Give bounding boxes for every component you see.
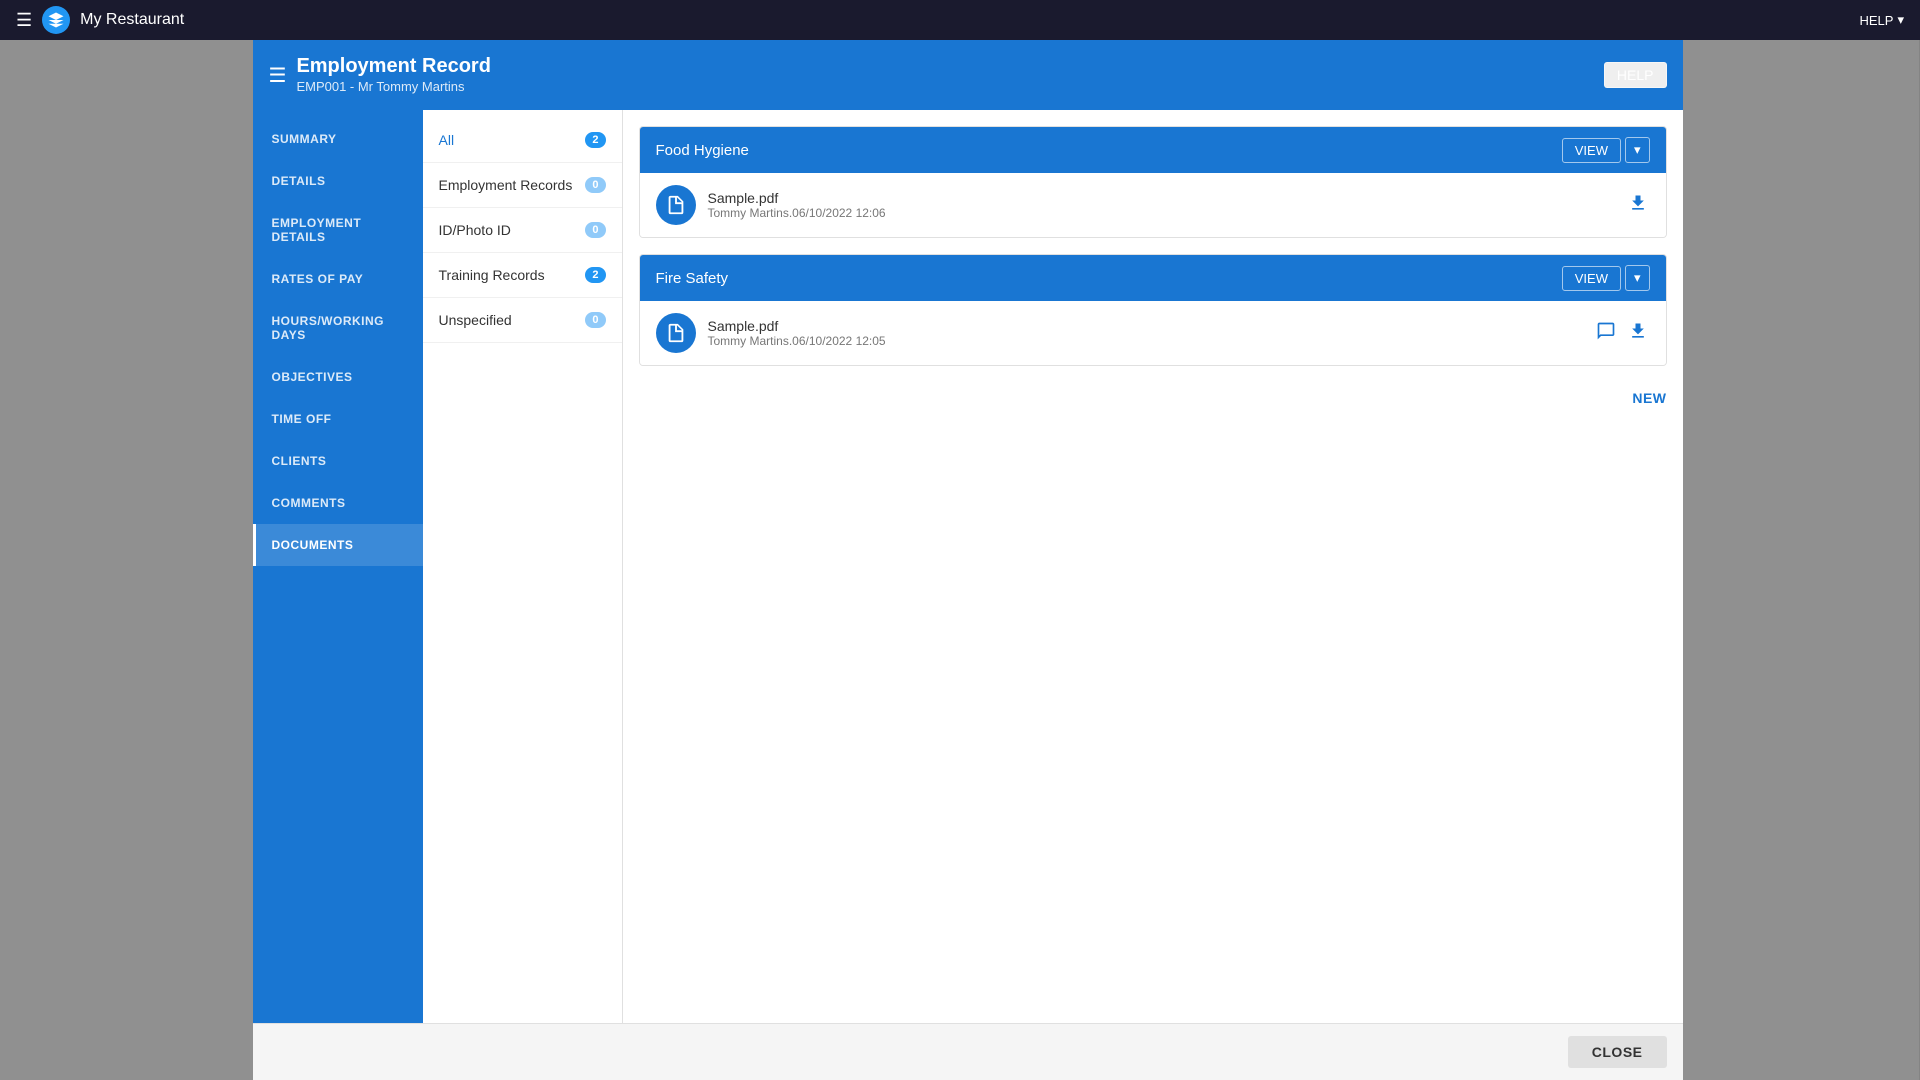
sub-nav-label-unspecified: Unspecified <box>439 312 512 328</box>
documents-area: Food HygieneVIEW▾Sample.pdfTommy Martins… <box>623 110 1683 1023</box>
sub-nav-label-training-records: Training Records <box>439 267 545 283</box>
sub-nav-item-id-photo-id[interactable]: ID/Photo ID 0 <box>423 208 622 253</box>
doc-category-fire-safety: Fire Safety VIEW▾ Sample.pdfTommy Martins.… <box>639 254 1667 366</box>
doc-actions-doc2 <box>1594 319 1650 348</box>
doc-category-actions-food-hygiene: VIEW▾ <box>1562 137 1650 163</box>
modal-help-button[interactable]: HELP <box>1604 62 1667 88</box>
sub-nav-item-training-records[interactable]: Training Records 2 <box>423 253 622 298</box>
doc-file-icon-doc1 <box>656 185 696 225</box>
download-button-doc1[interactable] <box>1626 191 1650 220</box>
doc-category-title-fire-safety: Fire Safety <box>656 270 729 287</box>
sub-nav-label-id-photo-id: ID/Photo ID <box>439 222 511 238</box>
new-btn-container: NEW <box>639 382 1667 416</box>
sub-nav-badge-all: 2 <box>585 132 605 148</box>
sidebar-item-comments[interactable]: COMMENTS <box>253 482 423 524</box>
modal-menu-icon[interactable]: ☰ <box>269 63 287 88</box>
close-button[interactable]: CLOSE <box>1568 1036 1667 1068</box>
modal-subtitle: EMP001 - Mr Tommy Martins <box>296 79 464 94</box>
hamburger-icon[interactable]: ☰ <box>16 10 32 31</box>
sidebar-item-objectives[interactable]: OBJECTIVES <box>253 356 423 398</box>
sidebar-item-employment-details[interactable]: EMPLOYMENT DETAILS <box>253 202 423 258</box>
sub-nav-item-unspecified[interactable]: Unspecified 0 <box>423 298 622 343</box>
content-panels: All 2 Employment Records 0 ID/Photo ID 0 Train… <box>423 110 1683 1023</box>
sidebar-item-hours-working-days[interactable]: HOURS/WORKING DAYS <box>253 300 423 356</box>
sub-nav-badge-unspecified: 0 <box>585 312 605 328</box>
sidebar-item-time-off[interactable]: TIME OFF <box>253 398 423 440</box>
doc-file-icon-doc2 <box>656 313 696 353</box>
top-nav-left: ☰ My Restaurant <box>16 6 184 34</box>
sub-nav: All 2 Employment Records 0 ID/Photo ID 0 Train… <box>423 110 623 1023</box>
doc-category-header-food-hygiene: Food Hygiene VIEW▾ <box>640 127 1666 173</box>
top-nav-bar: ☰ My Restaurant HELP ▾ <box>0 0 1920 40</box>
modal-title-block: Employment Record EMP001 - Mr Tommy Mart… <box>296 55 490 96</box>
top-nav-help-button[interactable]: HELP ▾ <box>1860 12 1905 28</box>
sidebar-item-documents[interactable]: DOCUMENTS <box>253 524 423 566</box>
doc-meta-doc2: Tommy Martins.06/10/2022 12:05 <box>708 334 1582 348</box>
sub-nav-label-employment-records: Employment Records <box>439 177 573 193</box>
modal-header: ☰ Employment Record EMP001 - Mr Tommy Ma… <box>253 40 1683 110</box>
doc-actions-doc1 <box>1626 191 1650 220</box>
doc-name-doc1: Sample.pdf <box>708 190 1614 206</box>
doc-category-actions-fire-safety: VIEW▾ <box>1562 265 1650 291</box>
sidebar-item-summary[interactable]: SUMMARY <box>253 118 423 160</box>
dropdown-button-food-hygiene[interactable]: ▾ <box>1625 137 1650 163</box>
app-logo <box>42 6 70 34</box>
sub-nav-item-all[interactable]: All 2 <box>423 118 622 163</box>
modal-header-left: ☰ Employment Record EMP001 - Mr Tommy Ma… <box>269 55 491 96</box>
sub-nav-badge-employment-records: 0 <box>585 177 605 193</box>
doc-meta-doc1: Tommy Martins.06/10/2022 12:06 <box>708 206 1614 220</box>
app-title: My Restaurant <box>80 11 184 29</box>
dropdown-button-fire-safety[interactable]: ▾ <box>1625 265 1650 291</box>
help-chevron-icon: ▾ <box>1897 12 1904 28</box>
sidebar-item-details[interactable]: DETAILS <box>253 160 423 202</box>
doc-item-doc2: Sample.pdfTommy Martins.06/10/2022 12:05 <box>640 301 1666 365</box>
sidebar-nav: SUMMARYDETAILSEMPLOYMENT DETAILSRATES OF… <box>253 110 423 1023</box>
doc-name-doc2: Sample.pdf <box>708 318 1582 334</box>
sub-nav-badge-id-photo-id: 0 <box>585 222 605 238</box>
doc-category-title-food-hygiene: Food Hygiene <box>656 142 749 159</box>
sidebar-item-rates-of-pay[interactable]: RATES OF PAY <box>253 258 423 300</box>
sub-nav-badge-training-records: 2 <box>585 267 605 283</box>
doc-item-doc1: Sample.pdfTommy Martins.06/10/2022 12:06 <box>640 173 1666 237</box>
employment-record-modal: ☰ Employment Record EMP001 - Mr Tommy Ma… <box>253 40 1683 1080</box>
comment-button-doc2[interactable] <box>1594 319 1618 348</box>
view-button-food-hygiene[interactable]: VIEW <box>1562 138 1621 163</box>
sub-nav-item-employment-records[interactable]: Employment Records 0 <box>423 163 622 208</box>
help-label: HELP <box>1860 13 1894 28</box>
doc-category-header-fire-safety: Fire Safety VIEW▾ <box>640 255 1666 301</box>
modal-title: Employment Record <box>296 55 490 78</box>
doc-info-doc2: Sample.pdfTommy Martins.06/10/2022 12:05 <box>708 318 1582 348</box>
doc-info-doc1: Sample.pdfTommy Martins.06/10/2022 12:06 <box>708 190 1614 220</box>
download-button-doc2[interactable] <box>1626 319 1650 348</box>
modal-body: SUMMARYDETAILSEMPLOYMENT DETAILSRATES OF… <box>253 110 1683 1023</box>
sidebar-item-clients[interactable]: CLIENTS <box>253 440 423 482</box>
sub-nav-label-all: All <box>439 132 455 148</box>
modal-footer: CLOSE <box>253 1023 1683 1080</box>
doc-category-food-hygiene: Food Hygiene VIEW▾ Sample.pdfTommy Martins… <box>639 126 1667 238</box>
view-button-fire-safety[interactable]: VIEW <box>1562 266 1621 291</box>
new-button[interactable]: NEW <box>1632 390 1666 406</box>
